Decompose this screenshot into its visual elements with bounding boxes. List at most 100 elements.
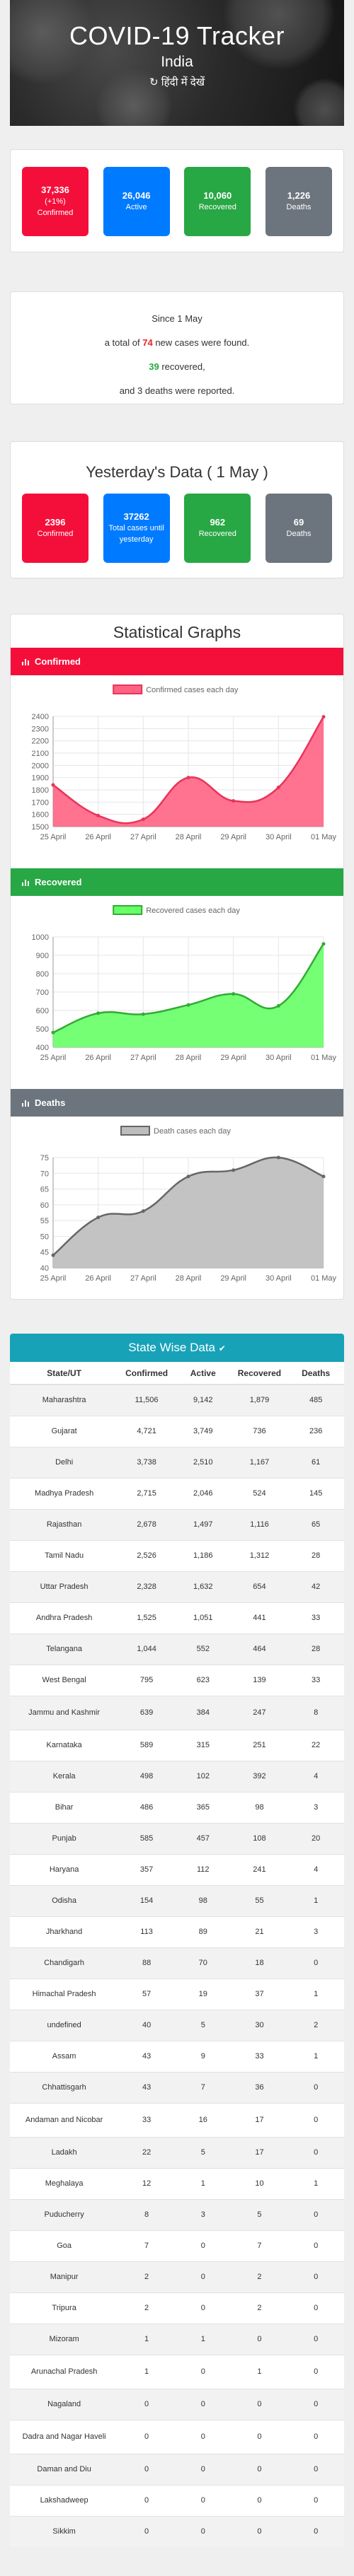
state-table-card: State Wise Data ✔︎ State/UT Confirmed Ac… [10,1334,344,2547]
x-tick-label: 30 April [266,1274,292,1283]
cell-active: 0 [174,2261,232,2292]
data-point[interactable] [96,1216,101,1220]
data-point[interactable] [141,817,145,822]
data-point[interactable] [186,1003,190,1007]
data-point[interactable] [51,783,55,787]
table-row: Jharkhand 113 89 21 3 [10,1916,344,1947]
cell-confirmed: 22 [118,2136,175,2168]
chart-legend[interactable]: Recovered cases each day [113,905,240,915]
stat-active-label: Active [125,203,147,212]
table-row: West Bengal 795 623 139 33 [10,1664,344,1696]
graphs-title: Statistical Graphs [113,623,241,641]
data-point[interactable] [96,813,101,817]
data-point[interactable] [186,1175,190,1179]
data-point[interactable] [186,776,190,780]
yesterday-recovered-number: 962 [210,516,226,528]
cell-confirmed: 113 [118,1916,175,1947]
data-point[interactable] [51,1030,55,1035]
cell-active: 0 [174,2292,232,2324]
x-tick-label: 01 May [311,833,337,841]
cell-recovered: 33 [231,2040,288,2072]
cell-confirmed: 7 [118,2230,175,2261]
x-tick-label: 27 April [130,1054,156,1062]
data-point[interactable] [276,1004,280,1008]
chart-legend[interactable]: Confirmed cases each day [113,684,239,694]
cell-state: Sikkim [10,2515,119,2547]
cell-state: Andhra Pradesh [10,1602,119,1633]
y-tick-label: 1900 [32,774,49,783]
cell-deaths: 61 [287,1446,344,1478]
cell-active: 0 [174,2419,232,2454]
table-row: Ladakh 22 5 17 0 [10,2136,344,2168]
x-tick-label: 30 April [266,1054,292,1062]
cell-confirmed: 33 [118,2102,175,2137]
cell-recovered: 392 [231,1760,288,1792]
data-point[interactable] [276,1155,280,1160]
cell-confirmed: 57 [118,1978,175,2010]
cell-deaths: 0 [287,2261,344,2292]
x-tick-label: 30 April [266,833,292,841]
data-point[interactable] [321,1175,326,1179]
cell-recovered: 17 [231,2136,288,2168]
yesterday-title: Yesterday's Data ( 1 May ) [86,463,268,481]
cell-confirmed: 589 [118,1729,175,1761]
cell-deaths: 1 [287,1884,344,1916]
y-tick-label: 40 [40,1264,49,1273]
cell-active: 3 [174,2198,232,2230]
state-table-toggle[interactable]: State Wise Data ✔︎ [10,1334,344,1362]
yesterday-total: 37262 Total cases until yesterday [103,494,170,563]
graphs-card: Statistical Graphs Confirmed Confirmed c… [10,614,344,1300]
chart-legend[interactable]: Death cases each day [120,1126,231,1136]
confirmed-chart-title: Confirmed [35,656,81,667]
data-point[interactable] [232,799,236,803]
table-row: Telangana 1,044 552 464 28 [10,1633,344,1665]
cell-recovered: 0 [231,2388,288,2420]
cell-state: Maharashtra [10,1384,119,1416]
cell-deaths: 4 [287,1760,344,1792]
data-point[interactable] [276,786,280,790]
stat-confirmed-number: 37,336 [41,184,69,195]
cell-recovered: 21 [231,1916,288,1947]
data-point[interactable] [321,715,326,719]
cell-state: Karnataka [10,1729,119,1761]
data-point[interactable] [232,1168,236,1172]
language-toggle[interactable]: ↻ हिंदी में देखें [10,75,344,89]
since-date: Since 1 May [152,313,202,324]
cell-active: 552 [174,1633,232,1665]
cell-active: 5 [174,2136,232,2168]
cell-deaths: 0 [287,2354,344,2389]
cell-confirmed: 2,678 [118,1508,175,1540]
header-active: Active [174,1362,232,1385]
yesterday-confirmed-label: Confirmed [37,530,74,539]
table-row: Tripura 2 0 2 0 [10,2292,344,2324]
y-tick-label: 55 [40,1217,49,1225]
cell-state: Ladakh [10,2136,119,2168]
cell-confirmed: 43 [118,2071,175,2103]
cell-deaths: 0 [287,2198,344,2230]
data-point[interactable] [232,992,236,996]
cell-deaths: 33 [287,1602,344,1633]
recovered-chart-header: Recovered [11,868,343,896]
confirmed-chart-header: Confirmed [11,648,343,675]
data-point[interactable] [51,1253,55,1257]
data-point[interactable] [141,1209,145,1213]
x-tick-label: 25 April [40,1274,67,1283]
cell-deaths: 0 [287,2102,344,2137]
since-new-number: 74 [142,337,153,348]
yesterday-deaths-label: Deaths [286,530,312,539]
legend-label: Recovered cases each day [146,907,240,915]
data-point[interactable] [141,1012,145,1016]
table-row: Haryana 357 112 241 4 [10,1853,344,1885]
state-table-title: State Wise Data [128,1341,216,1354]
stat-active-number: 26,046 [122,190,151,201]
cell-confirmed: 585 [118,1822,175,1854]
deaths-chart-svg: Death cases each day 40 45 50 55 60 65 70 75 25 A… [40,1126,337,1283]
since-new-prefix: a total of [104,337,140,348]
data-point[interactable] [321,942,326,946]
cell-recovered: 1,879 [231,1384,288,1416]
cell-state: Bihar [10,1791,119,1823]
cell-state: Assam [10,2040,119,2072]
cell-confirmed: 1 [118,2354,175,2389]
cell-confirmed: 0 [118,2484,175,2516]
data-point[interactable] [96,1011,101,1015]
